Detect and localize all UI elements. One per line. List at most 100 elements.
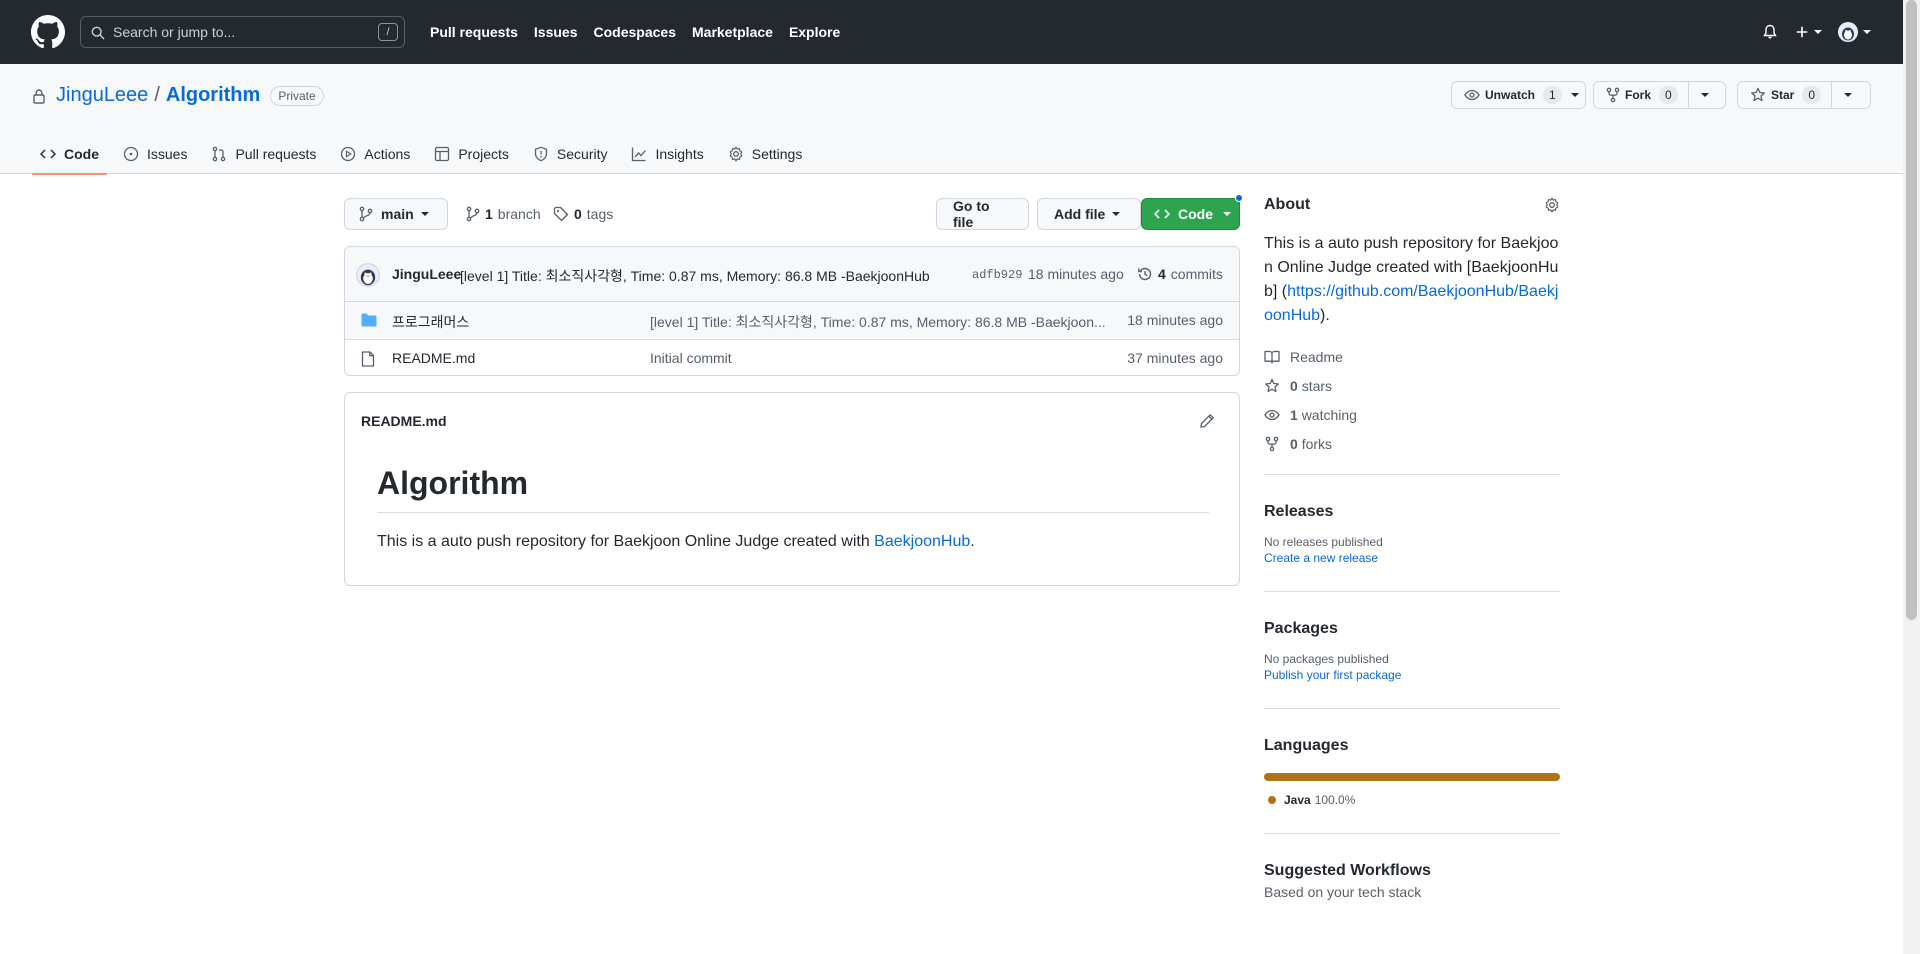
notifications-bell-icon[interactable] bbox=[1762, 0, 1778, 64]
tag-count: 0 bbox=[574, 206, 582, 222]
about-description-end: ). bbox=[1320, 307, 1330, 324]
code-icon bbox=[40, 146, 56, 162]
add-file-label: Add file bbox=[1054, 206, 1106, 222]
forks-link[interactable]: 0 forks bbox=[1264, 429, 1560, 458]
tab-settings[interactable]: Settings bbox=[720, 134, 811, 174]
search-box[interactable]: / bbox=[80, 16, 405, 48]
repo-sidebar: About This is a auto push repository for… bbox=[1264, 196, 1560, 900]
commit-count: 4 bbox=[1158, 266, 1166, 282]
star-button[interactable]: Star 0 bbox=[1738, 82, 1833, 108]
gear-icon bbox=[728, 146, 744, 162]
file-icon bbox=[361, 351, 375, 367]
table-row[interactable]: README.md Initial commit 37 minutes ago bbox=[345, 339, 1239, 375]
nav-explore[interactable]: Explore bbox=[789, 24, 840, 40]
commit-author-link[interactable]: JinguLeee bbox=[392, 266, 461, 282]
fork-icon bbox=[1264, 436, 1280, 452]
star-dropdown[interactable] bbox=[1832, 82, 1864, 108]
graph-icon bbox=[631, 146, 647, 162]
language-item[interactable]: Java 100.0% bbox=[1264, 793, 1560, 807]
fork-counter: 0 bbox=[1659, 86, 1678, 104]
file-commit-age: 18 minutes ago bbox=[1127, 312, 1223, 328]
publish-package-link[interactable]: Publish your first package bbox=[1264, 668, 1560, 682]
file-commit-message-link[interactable]: Initial commit bbox=[650, 350, 1110, 366]
global-nav: Pull requests Issues Codespaces Marketpl… bbox=[430, 0, 840, 64]
fork-button[interactable]: Fork 0 bbox=[1594, 82, 1689, 108]
file-name-link[interactable]: README.md bbox=[392, 350, 475, 366]
chevron-down-icon bbox=[1700, 93, 1709, 97]
file-commit-message-link[interactable]: [level 1] Title: 최소직사각형, Time: 0.87 ms, … bbox=[650, 312, 1110, 332]
language-color-dot bbox=[1268, 796, 1276, 804]
unwatch-button[interactable]: Unwatch 1 bbox=[1452, 82, 1566, 108]
gear-icon[interactable] bbox=[1544, 197, 1560, 213]
repo-owner-link[interactable]: JinguLeee bbox=[56, 84, 148, 107]
user-menu-button[interactable] bbox=[1838, 0, 1871, 64]
nav-codespaces[interactable]: Codespaces bbox=[594, 24, 676, 40]
avatar[interactable] bbox=[356, 263, 380, 287]
history-icon bbox=[1137, 266, 1153, 282]
commit-sha-link[interactable]: adfb929 bbox=[972, 268, 1022, 282]
nav-pull-requests[interactable]: Pull requests bbox=[430, 24, 518, 40]
tab-pull-requests[interactable]: Pull requests bbox=[203, 134, 324, 174]
tab-issues[interactable]: Issues bbox=[115, 134, 195, 174]
file-list: JinguLeee [level 1] Title: 최소직사각형, Time:… bbox=[344, 246, 1240, 376]
star-counter: 0 bbox=[1802, 86, 1822, 104]
stars-label: stars bbox=[1301, 377, 1333, 394]
forks-label: forks bbox=[1301, 435, 1333, 452]
tab-security[interactable]: Security bbox=[525, 134, 616, 174]
about-section: About This is a auto push repository for… bbox=[1264, 196, 1560, 474]
packages-title[interactable]: Packages bbox=[1264, 620, 1560, 638]
releases-title[interactable]: Releases bbox=[1264, 503, 1560, 521]
branch-select-button[interactable]: main bbox=[344, 198, 448, 230]
github-logo-icon[interactable] bbox=[31, 15, 65, 49]
page-scrollbar[interactable] bbox=[1903, 0, 1920, 954]
about-description: This is a auto push repository for Baekj… bbox=[1264, 232, 1560, 328]
tab-code[interactable]: Code bbox=[32, 134, 107, 175]
watching-link[interactable]: 1 watching bbox=[1264, 400, 1560, 429]
about-description-link[interactable]: https://github.com/BaekjoonHub/BaekjoonH… bbox=[1264, 283, 1558, 324]
pencil-icon[interactable] bbox=[1199, 413, 1215, 429]
watching-count: 1 bbox=[1290, 406, 1298, 423]
nav-issues[interactable]: Issues bbox=[534, 24, 578, 40]
commit-time: 18 minutes ago bbox=[1028, 266, 1124, 282]
baekjoonhub-link[interactable]: BaekjoonHub bbox=[874, 533, 970, 550]
readme-filename-link[interactable]: README.md bbox=[361, 413, 447, 429]
scrollbar-thumb[interactable] bbox=[1906, 0, 1917, 620]
tab-projects[interactable]: Projects bbox=[426, 134, 517, 174]
file-name-link[interactable]: 프로그래머스 bbox=[392, 312, 469, 332]
table-row[interactable]: 프로그래머스 [level 1] Title: 최소직사각형, Time: 0.… bbox=[345, 302, 1239, 339]
fork-dropdown[interactable] bbox=[1689, 82, 1721, 108]
branch-count: 1 bbox=[485, 206, 493, 222]
tags-link[interactable]: 0 tags bbox=[553, 206, 613, 222]
suggested-workflows-section: Suggested Workflows Based on your tech s… bbox=[1264, 833, 1560, 900]
code-button[interactable]: Code bbox=[1141, 198, 1240, 230]
latest-commit-bar: JinguLeee [level 1] Title: 최소직사각형, Time:… bbox=[345, 247, 1239, 302]
chevron-down-icon bbox=[420, 212, 429, 216]
chevron-down-icon bbox=[1112, 212, 1121, 216]
nav-marketplace[interactable]: Marketplace bbox=[692, 24, 773, 40]
tag-label: tags bbox=[586, 206, 614, 222]
chevron-down-icon bbox=[1223, 212, 1231, 216]
search-input[interactable] bbox=[113, 17, 353, 47]
branches-link[interactable]: 1 branch bbox=[466, 206, 541, 222]
book-icon bbox=[1264, 349, 1280, 365]
tab-actions[interactable]: Actions bbox=[332, 134, 418, 174]
eye-icon bbox=[1464, 87, 1480, 103]
stars-link[interactable]: 0 stars bbox=[1264, 371, 1560, 400]
commit-message-link[interactable]: [level 1] Title: 최소직사각형, Time: 0.87 ms, … bbox=[460, 266, 930, 286]
pull-request-icon bbox=[211, 146, 227, 162]
tab-insights[interactable]: Insights bbox=[623, 134, 711, 174]
fork-label: Fork bbox=[1625, 88, 1652, 102]
readme-heading: Algorithm bbox=[377, 465, 1209, 513]
watch-dropdown[interactable] bbox=[1566, 82, 1585, 108]
go-to-file-button[interactable]: Go to file bbox=[936, 198, 1029, 230]
repo-name-link[interactable]: Algorithm bbox=[166, 84, 260, 107]
create-release-link[interactable]: Create a new release bbox=[1264, 551, 1560, 565]
create-new-button[interactable] bbox=[1795, 0, 1822, 64]
tag-icon bbox=[553, 206, 569, 222]
play-circle-icon bbox=[340, 146, 356, 162]
watch-button-group: Unwatch 1 bbox=[1451, 81, 1586, 109]
add-file-button[interactable]: Add file bbox=[1037, 198, 1141, 230]
commit-label: commits bbox=[1170, 266, 1223, 282]
commits-link[interactable]: 4 commits bbox=[1137, 266, 1223, 282]
readme-link[interactable]: Readme bbox=[1264, 342, 1560, 371]
